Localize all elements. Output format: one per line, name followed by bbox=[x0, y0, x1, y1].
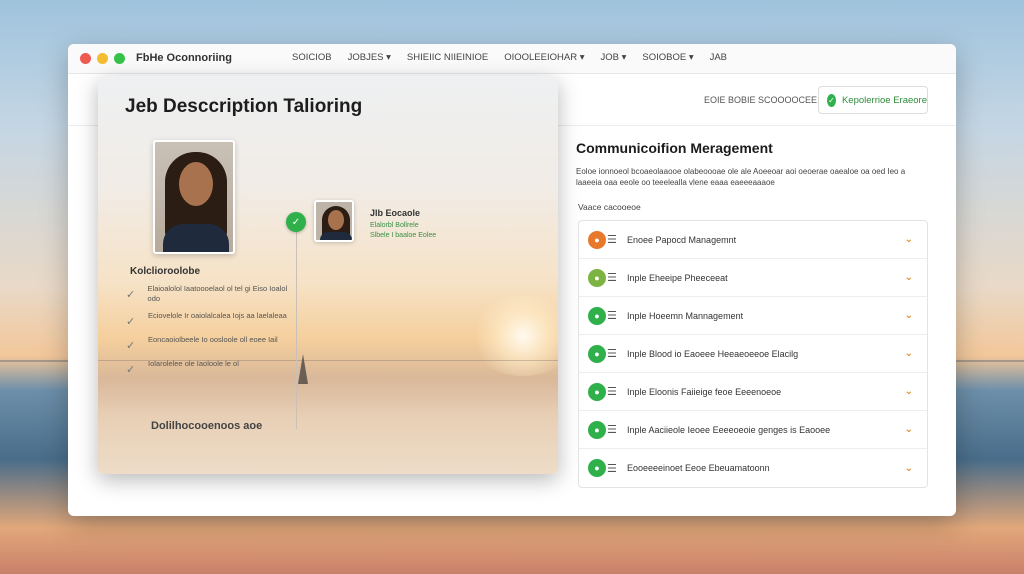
nav-item-3[interactable]: SHIEIIC NIIEINIOE bbox=[407, 52, 488, 63]
nav-item-4[interactable]: OIOOLEEIOHAR ▾ bbox=[504, 52, 584, 63]
list-item: ✓ Eciovelole Ir oaiolalcalea Iojs aa lae… bbox=[126, 311, 296, 328]
accordion-item-label: Inple Blood io Eaoeee Heeaeoeeoe Elacilg bbox=[627, 348, 799, 359]
candidate-photo[interactable] bbox=[153, 140, 235, 254]
list-item: ✓ Eoncaoiolbeele Io oosloole oll eoee Ia… bbox=[126, 335, 296, 352]
accordion-item-label: Inple Eloonis Faiieige feoe Eeeenoeoe bbox=[627, 386, 782, 397]
accordion-item-label: Eooeeeeinoet Eeoe Ebeuamatoonn bbox=[627, 463, 770, 473]
thumb-face bbox=[328, 210, 344, 230]
accordion-list: ● ☰ Enoee Papocd Managemnt ⌄ ● ☰ Inple E… bbox=[578, 220, 928, 488]
document-icon: ☰ bbox=[607, 272, 617, 284]
header-action-label: Kepolerrioe Eraeore bbox=[841, 94, 927, 106]
responsibilities-list: ✓ Elaioalolol Iaatoooelaol ol tel gi Eis… bbox=[126, 284, 296, 383]
minimize-window-button[interactable] bbox=[97, 53, 108, 64]
chevron-down-icon[interactable]: ⌄ bbox=[905, 272, 913, 283]
app-title: FbHe Oconnoriing bbox=[136, 52, 232, 64]
sailboat-decoration bbox=[298, 354, 308, 384]
list-item-text: Eoncaoiolbeele Io oosloole oll eoee Iail bbox=[148, 335, 278, 344]
check-icon: ✓ bbox=[126, 316, 136, 328]
list-item: ✓ Elaioalolol Iaatoooelaol ol tel gi Eis… bbox=[126, 284, 296, 304]
panel-footer-text: Dolilhocooenoos aoe bbox=[151, 420, 263, 432]
timeline-line bbox=[296, 224, 297, 429]
list-item-text: Iolarolelee ole Iaoloole le ol bbox=[148, 359, 239, 368]
maximize-window-button[interactable] bbox=[114, 53, 125, 64]
panel-sun-decoration bbox=[468, 296, 558, 376]
status-icon: ● bbox=[588, 268, 606, 287]
chevron-down-icon[interactable]: ⌄ bbox=[905, 234, 913, 245]
accordion-item[interactable]: ● ☰ Eooeeeeinoet Eeoe Ebeuamatoonn ⌄ bbox=[579, 449, 927, 487]
check-icon: ✓ bbox=[126, 340, 136, 352]
accordion-item-label: Enoee Papocd Managemnt bbox=[627, 234, 737, 245]
document-icon: ☰ bbox=[607, 424, 617, 436]
job-description-panel: Jeb Desccription Talioring ✓ Jlb Eocaole… bbox=[98, 76, 558, 474]
chevron-down-icon[interactable]: ⌄ bbox=[905, 463, 913, 474]
accordion-item-label: Inple Eheeipe Pheeceeat bbox=[627, 272, 728, 283]
candidate-meta: Elalorbl Bollrele Slbele I baaloe Eolee bbox=[370, 221, 436, 241]
document-icon: ☰ bbox=[607, 462, 617, 475]
candidate-thumbnail[interactable] bbox=[314, 200, 354, 242]
accordion-item[interactable]: ● ☰ Inple Eloonis Faiieige feoe Eeeenoeo… bbox=[579, 373, 927, 411]
candidate-meta-line: Elalorbl Bollrele bbox=[370, 222, 419, 229]
top-nav: SOICIOB JOBJES ▾ SHIEIIC NIIEINIOE OIOOL… bbox=[292, 52, 727, 63]
header-action-button[interactable]: ✓ Kepolerrioe Eraeore bbox=[818, 86, 928, 114]
chevron-down-icon[interactable]: ⌄ bbox=[905, 424, 913, 435]
accordion-item-label: Inple Hoeemn Mannagement bbox=[627, 310, 744, 321]
timeline-check-icon[interactable]: ✓ bbox=[286, 212, 306, 232]
title-bar: FbHe Oconnoriing SOICIOB JOBJES ▾ SHIEII… bbox=[68, 44, 956, 74]
responsibilities-label: Kolclioroolobe bbox=[130, 266, 200, 277]
chevron-down-icon[interactable]: ⌄ bbox=[905, 310, 913, 321]
panel-title: Jeb Desccription Talioring bbox=[125, 96, 363, 117]
accordion-item-label: Inple Aaciieole Ieoee Eeeeoeoie genges i… bbox=[627, 424, 831, 435]
check-icon: ✓ bbox=[126, 364, 136, 376]
document-icon: ☰ bbox=[607, 310, 617, 322]
accordion-item[interactable]: ● ☰ Inple Hoeemn Mannagement ⌄ bbox=[579, 297, 927, 335]
document-icon: ☰ bbox=[607, 386, 617, 398]
nav-item-2[interactable]: JOBJES ▾ bbox=[348, 52, 391, 63]
status-icon: ● bbox=[588, 459, 606, 477]
nav-item-7[interactable]: JAB bbox=[710, 52, 727, 63]
nav-item-1[interactable]: SOICIOB bbox=[292, 52, 332, 63]
nav-item-6[interactable]: SOIOBOE ▾ bbox=[642, 52, 693, 63]
document-icon: ☰ bbox=[607, 348, 617, 360]
thumb-shirt bbox=[320, 232, 352, 240]
status-icon: ● bbox=[588, 344, 606, 363]
status-icon: ● bbox=[588, 420, 606, 439]
photo-face bbox=[179, 162, 213, 206]
candidate-meta-line: Slbele I baaloe Eolee bbox=[370, 232, 437, 239]
section-title: Communicoifion Meragement bbox=[576, 140, 773, 156]
status-icon: ● bbox=[588, 306, 606, 325]
accordion-item[interactable]: ● ☰ Inple Blood io Eaoeee Heeaeoeeoe Ela… bbox=[579, 335, 927, 373]
accordion-item[interactable]: ● ☰ Inple Eheeipe Pheeceeat ⌄ bbox=[579, 259, 927, 297]
photo-shirt bbox=[163, 224, 229, 252]
list-item-text: Elaioalolol Iaatoooelaol ol tel gi Eiso … bbox=[147, 284, 288, 303]
chevron-down-icon[interactable]: ⌄ bbox=[905, 348, 913, 359]
nav-item-5[interactable]: JOB ▾ bbox=[600, 52, 626, 63]
close-window-button[interactable] bbox=[80, 53, 91, 64]
check-icon: ✓ bbox=[827, 93, 836, 107]
candidate-name: Jlb Eocaole bbox=[370, 208, 421, 218]
header-status-text: EOIE BOBIE SCOOOOCEE bbox=[704, 95, 818, 105]
status-icon: ● bbox=[588, 382, 606, 401]
list-item-text: Eciovelole Ir oaiolalcalea Iojs aa laela… bbox=[148, 311, 287, 320]
section-subhead: Vaace cacooeoe bbox=[578, 202, 641, 212]
accordion-item[interactable]: ● ☰ Inple Aaciieole Ieoee Eeeeoeoie geng… bbox=[579, 411, 927, 449]
document-icon: ☰ bbox=[607, 234, 617, 246]
list-item: ✓ Iolarolelee ole Iaoloole le ol bbox=[126, 359, 296, 376]
chevron-down-icon[interactable]: ⌄ bbox=[905, 386, 913, 397]
section-description: Eoloe ionnoeol bcoaeolaaooe olabeoooae o… bbox=[576, 167, 906, 187]
accordion-item[interactable]: ● ☰ Enoee Papocd Managemnt ⌄ bbox=[579, 221, 927, 259]
check-icon: ✓ bbox=[126, 289, 136, 301]
status-icon: ● bbox=[588, 230, 606, 249]
